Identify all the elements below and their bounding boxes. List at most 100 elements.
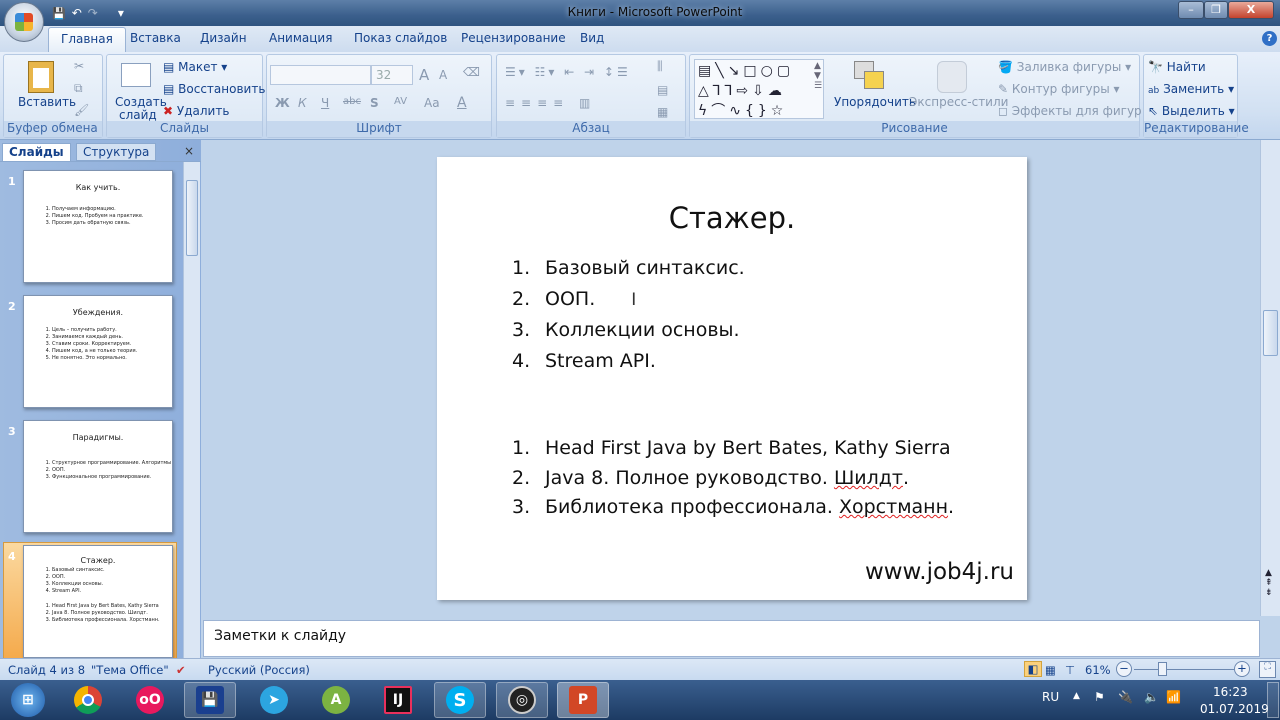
grow-font-button[interactable]: A (419, 66, 429, 84)
list-item[interactable]: 4. Stream API. (512, 350, 656, 372)
misspelled-word[interactable]: Шилдт (834, 467, 903, 489)
volume-icon[interactable]: 🔈 (1144, 690, 1159, 704)
shape-outline-button[interactable]: ✎ Контур фигуры ▾ (998, 82, 1120, 96)
item-text[interactable]: ООП. (545, 288, 595, 310)
list-item[interactable]: 1. Head First Java by Bert Bates, Kathy S… (512, 437, 951, 459)
list-item[interactable]: 3. Коллекции основы. (512, 319, 740, 341)
customize-qat-icon[interactable]: ▾ (118, 6, 124, 20)
close-button[interactable]: X (1228, 1, 1274, 19)
network-signal-icon[interactable]: 📶 (1166, 690, 1181, 704)
theme-name[interactable]: "Тема Office" (91, 663, 169, 677)
list-buttons[interactable]: ☰▾ ☷▾ ⇤ ⇥ ↕☰ (505, 65, 631, 79)
tab-insert[interactable]: Вставка (130, 31, 181, 45)
underline-button[interactable]: Ч (321, 96, 329, 110)
scrollbar-thumb[interactable] (186, 180, 198, 256)
redo-icon[interactable]: ↷ (88, 6, 98, 20)
item-text[interactable]: Stream API. (545, 350, 656, 372)
prev-next-slide-buttons[interactable]: ▲ ⇞ ⇟ (1265, 568, 1273, 598)
slide-sorter-icon[interactable]: ▦ (1045, 663, 1056, 677)
slide-scrollbar[interactable]: ▲ ⇞ ⇟ (1260, 140, 1280, 616)
slide-footer-url[interactable]: www.job4j.ru (865, 559, 1014, 585)
tab-view[interactable]: Вид (580, 31, 604, 45)
slide-thumbnail-3[interactable]: Парадигмы. Структурное программирование.… (23, 420, 173, 533)
normal-view-icon[interactable]: ◧ (1024, 661, 1042, 677)
paste-button[interactable]: Вставить (18, 95, 76, 109)
char-spacing-button[interactable]: AV (394, 96, 407, 107)
tab-animation[interactable]: Анимация (269, 31, 332, 45)
tab-home[interactable]: Главная (48, 27, 126, 53)
language[interactable]: Русский (Россия) (208, 663, 310, 677)
minimize-button[interactable]: – (1178, 1, 1204, 19)
slide-thumbnail-4[interactable]: Стажер. Базовый синтаксис.ООП.Коллекции … (23, 545, 173, 658)
zoom-slider-thumb[interactable] (1158, 662, 1167, 676)
item-text[interactable]: Java 8. Полное руководство. (545, 467, 834, 489)
smartart-icon[interactable]: ▦ (657, 105, 668, 119)
layout-button[interactable]: ▤ Макет ▾ (163, 60, 227, 74)
restore-button[interactable]: ❐ (1204, 1, 1228, 19)
help-icon[interactable]: ? (1262, 31, 1277, 46)
bold-button[interactable]: Ж (275, 96, 290, 110)
arrange-button[interactable]: Упорядочить (834, 95, 916, 109)
fit-to-window-icon[interactable]: ⛶ (1259, 661, 1276, 678)
taskbar-obs[interactable]: ◎ (496, 682, 548, 718)
align-buttons[interactable]: ≡≡≡≡ ▥ (505, 96, 596, 110)
slide-title[interactable]: Стажер. (437, 201, 1027, 235)
zoom-in-button[interactable]: + (1234, 661, 1250, 677)
strikethrough-button[interactable]: abc (343, 96, 361, 107)
new-slide-button[interactable]: Создать (115, 95, 167, 109)
undo-icon[interactable]: ↶ (72, 6, 82, 20)
copy-icon[interactable]: ⧉ (74, 81, 83, 96)
office-button[interactable] (4, 2, 44, 42)
shapes-gallery[interactable]: ▤╲↘□○▢ △⅂⅂⇨⇩☁ ϟ⌒∿{}☆ (694, 59, 824, 119)
taskbar-floppy[interactable]: 💾 (184, 682, 236, 718)
spellcheck-icon[interactable]: ✔ (176, 663, 186, 677)
slide-thumbnail-1[interactable]: Как учить. Получаем информацию.Пишем код… (23, 170, 173, 283)
find-button[interactable]: 🔭 Найти (1148, 60, 1206, 74)
zoom-out-button[interactable]: − (1116, 661, 1132, 677)
show-desktop-button[interactable] (1267, 682, 1279, 718)
show-hidden-icons[interactable]: ▲ (1073, 691, 1080, 701)
tab-slides[interactable]: Слайды (2, 143, 71, 161)
item-text[interactable]: Библиотека профессионала. (545, 496, 839, 518)
gallery-scroll[interactable]: ▲ ▼ ☰ (814, 61, 822, 91)
taskbar-intellij[interactable]: IJ (372, 682, 424, 718)
action-center-flag-icon[interactable]: ⚑ (1094, 690, 1105, 704)
power-icon[interactable]: 🔌 (1118, 690, 1133, 704)
notes-field[interactable]: Заметки к слайду (203, 620, 1260, 657)
italic-button[interactable]: К (298, 96, 307, 110)
shadow-button[interactable]: S (370, 96, 379, 110)
reset-button[interactable]: ▤ Восстановить (163, 82, 265, 96)
zoom-slider-track[interactable] (1134, 669, 1234, 670)
taskbar-skype[interactable]: S (434, 682, 486, 718)
shrink-font-button[interactable]: A (439, 68, 447, 82)
slide-thumbnail-2[interactable]: Убеждения. Цель – получить работу.Занима… (23, 295, 173, 408)
change-case-button[interactable]: Aa (424, 96, 440, 110)
list-item[interactable]: 2. Java 8. Полное руководство. Шилдт. (512, 467, 909, 489)
misspelled-word[interactable]: Хорстманн (839, 496, 948, 518)
cut-icon[interactable]: ✂ (74, 59, 84, 73)
taskbar-telegram[interactable]: ➤ (248, 682, 300, 718)
clock-time[interactable]: 16:23 (1213, 685, 1248, 699)
align-text-icon[interactable]: ▤ (657, 83, 668, 97)
shape-fill-button[interactable]: 🪣 Заливка фигуры ▾ (998, 60, 1131, 74)
start-button[interactable]: ⊞ (2, 682, 54, 718)
list-item[interactable]: 2. ООП. I (512, 288, 636, 310)
shape-effects-button[interactable]: ◻ Эффекты для фигур ▾ (998, 104, 1152, 118)
taskbar-android-studio[interactable]: A (310, 682, 362, 718)
close-pane-icon[interactable]: × (178, 143, 200, 161)
quick-styles-button[interactable]: Экспресс-стили (909, 95, 1008, 109)
select-button[interactable]: ⇖ Выделить ▾ (1148, 104, 1235, 118)
clock-date[interactable]: 01.07.2019 (1200, 702, 1269, 716)
list-item[interactable]: 3. Библиотека профессионала. Хорстманн. (512, 496, 954, 518)
scrollbar-thumb[interactable] (1263, 310, 1278, 356)
tab-review[interactable]: Рецензирование (461, 31, 566, 45)
thumbnails-scrollbar[interactable] (183, 162, 200, 658)
tab-slideshow[interactable]: Показ слайдов (354, 31, 447, 45)
text-direction-icon[interactable]: ⫼ (657, 59, 663, 74)
format-painter-icon[interactable]: 🖌 (74, 103, 89, 117)
tab-outline[interactable]: Структура (76, 143, 157, 161)
clear-format-icon[interactable]: ⌫ (463, 65, 480, 79)
zoom-level[interactable]: 61% (1085, 663, 1111, 677)
tab-design[interactable]: Дизайн (200, 31, 247, 45)
taskbar-flickr[interactable]: oO (124, 682, 176, 718)
